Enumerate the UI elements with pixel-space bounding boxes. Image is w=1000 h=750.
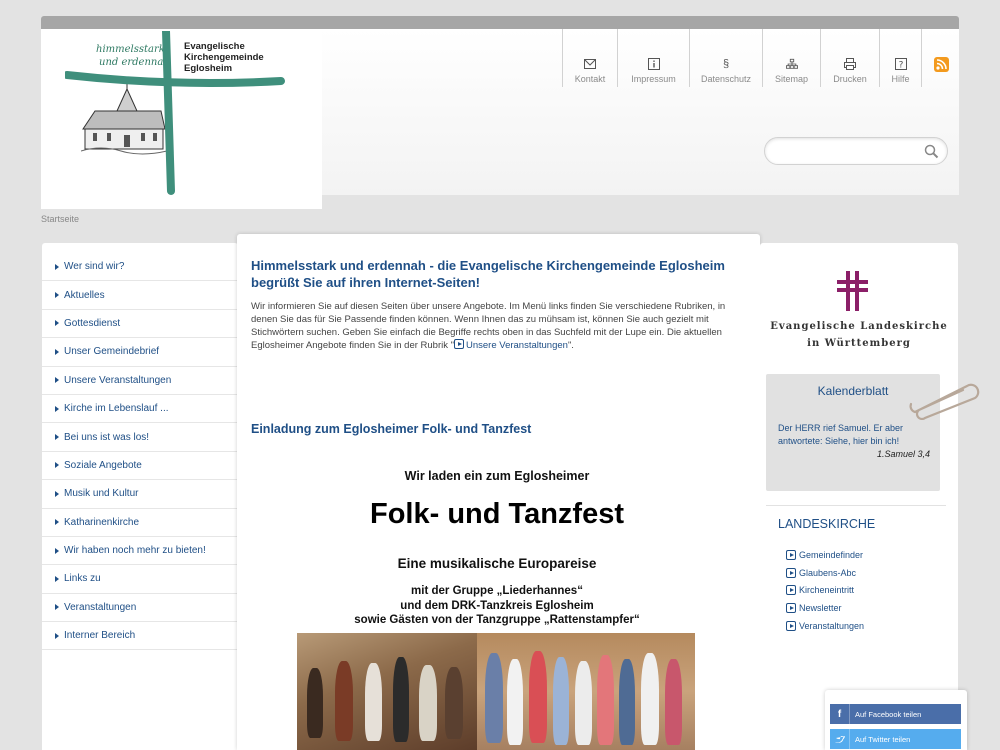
link-newsletter[interactable]: Newsletter bbox=[786, 599, 864, 617]
poster-title: Folk- und Tanzfest bbox=[369, 498, 624, 530]
nav-item-bei-uns-ist-was-los[interactable]: Bei uns ist was los! bbox=[42, 423, 238, 452]
top-bar bbox=[41, 16, 959, 29]
nav-item-wer-sind-wir[interactable]: Wer sind wir? bbox=[42, 253, 238, 282]
arrow-right-icon bbox=[55, 462, 59, 469]
poster-line-invitation: Wir laden ein zum Eglosheimer bbox=[404, 469, 590, 483]
arrow-right-icon bbox=[55, 632, 59, 639]
play-link-icon bbox=[786, 549, 796, 560]
landeskirche-heading: LANDESKIRCHE bbox=[778, 517, 876, 531]
intro-paragraph: Wir informieren Sie auf diesen Seiten üb… bbox=[251, 301, 726, 351]
rss-icon[interactable] bbox=[934, 57, 949, 72]
nav-item-musik-und-kultur[interactable]: Musik und Kultur bbox=[42, 480, 238, 509]
hilfe-link[interactable]: ? Hilfe bbox=[879, 29, 922, 87]
link-kircheneintritt[interactable]: Kircheneintritt bbox=[786, 581, 864, 599]
nav-item-interner-bereich[interactable]: Interner Bereich bbox=[42, 622, 238, 651]
logo[interactable]: himmelsstark und erdennah Evangelische K… bbox=[41, 29, 322, 209]
main-navigation: Wer sind wir? Aktuelles Gottesdienst Uns… bbox=[42, 243, 238, 750]
veranstaltungen-link[interactable]: Unsere Veranstaltungen bbox=[454, 339, 568, 351]
arrow-right-icon bbox=[55, 405, 59, 412]
logo-title: Evangelische Kirchengemeinde Eglosheim bbox=[184, 41, 264, 74]
impressum-link[interactable]: Impressum bbox=[617, 29, 689, 87]
link-gemeindefinder[interactable]: Gemeindefinder bbox=[786, 546, 864, 564]
search-box bbox=[764, 137, 948, 165]
main-content: Himmelsstark und erdennah - die Evangeli… bbox=[237, 234, 760, 750]
article-heading: Einladung zum Eglosheimer Folk- und Tanz… bbox=[251, 422, 532, 436]
nav-item-aktuelles[interactable]: Aktuelles bbox=[42, 281, 238, 310]
landeskirche-cross bbox=[837, 271, 868, 311]
play-link-icon bbox=[454, 339, 464, 349]
printer-icon bbox=[844, 58, 856, 70]
arrow-right-icon bbox=[55, 434, 59, 441]
arrow-right-icon bbox=[55, 575, 59, 582]
paperclip-icon bbox=[909, 383, 980, 420]
page-heading: Himmelsstark und erdennah - die Evangeli… bbox=[251, 258, 725, 290]
share-widget: f Auf Facebook teilen Auf Twitter teilen bbox=[825, 690, 967, 750]
play-link-icon bbox=[786, 567, 796, 578]
envelope-icon bbox=[584, 58, 596, 70]
landeskirche-links: Gemeindefinder Glaubens-Abc Kircheneintr… bbox=[786, 546, 864, 634]
svg-text:?: ? bbox=[898, 61, 903, 71]
arrow-right-icon bbox=[55, 377, 59, 384]
search-input[interactable] bbox=[777, 138, 927, 164]
play-link-icon bbox=[786, 620, 796, 631]
dancers-photo bbox=[477, 633, 695, 750]
kontakt-link[interactable]: Kontakt bbox=[562, 29, 617, 87]
twitter-icon bbox=[830, 729, 850, 749]
paragraph-icon: § bbox=[722, 58, 730, 70]
divider bbox=[766, 505, 946, 506]
landeskirche-name-line1: Evangelische Landeskirche bbox=[770, 321, 948, 332]
link-glaubens-abc[interactable]: Glaubens-Abc bbox=[786, 564, 864, 582]
nav-item-veranstaltungen-unsere[interactable]: Unsere Veranstaltungen bbox=[42, 367, 238, 395]
arrow-right-icon bbox=[55, 263, 59, 270]
facebook-icon: f bbox=[830, 704, 850, 724]
arrow-right-icon bbox=[55, 604, 59, 611]
info-icon bbox=[647, 58, 660, 70]
facebook-share-button[interactable]: f Auf Facebook teilen bbox=[830, 704, 961, 724]
arrow-right-icon bbox=[55, 348, 59, 355]
play-link-icon bbox=[786, 602, 796, 613]
drucken-link[interactable]: Drucken bbox=[820, 29, 879, 87]
arrow-right-icon bbox=[55, 292, 59, 299]
search-icon[interactable] bbox=[924, 144, 939, 164]
poster-subtitle: Eine musikalische Europareise bbox=[397, 556, 597, 571]
nav-item-links-zu[interactable]: Links zu bbox=[42, 565, 238, 594]
breadcrumb[interactable]: Startseite bbox=[41, 214, 79, 224]
band-photo bbox=[297, 633, 477, 750]
nav-item-veranstaltungen[interactable]: Veranstaltungen bbox=[42, 594, 238, 623]
twitter-share-button[interactable]: Auf Twitter teilen bbox=[830, 729, 961, 749]
help-icon: ? bbox=[894, 58, 907, 71]
sitemap-link[interactable]: Sitemap bbox=[762, 29, 820, 87]
link-veranstaltungen[interactable]: Veranstaltungen bbox=[786, 617, 864, 635]
nav-item-soziale-angebote[interactable]: Soziale Angebote bbox=[42, 452, 238, 481]
right-sidebar: Evangelische Landeskirche in Württemberg… bbox=[760, 243, 958, 750]
play-link-icon bbox=[786, 585, 796, 596]
kalenderblatt-verse: Der HERR rief Samuel. Er aber antwortete… bbox=[778, 423, 904, 446]
service-toolbar: Kontakt Impressum § Datenschutz Sitemap … bbox=[562, 29, 922, 87]
nav-item-gottesdienst[interactable]: Gottesdienst bbox=[42, 310, 238, 339]
sitemap-icon bbox=[785, 58, 798, 70]
arrow-right-icon bbox=[55, 519, 59, 526]
landeskirche-name-line2: in Württemberg bbox=[807, 338, 911, 349]
arrow-right-icon bbox=[55, 490, 59, 497]
nav-item-mehr-zu-bieten[interactable]: Wir haben noch mehr zu bieten! bbox=[42, 537, 238, 566]
poster-performers: mit der Gruppe „Liederhannes“ und dem DR… bbox=[354, 585, 640, 626]
kalenderblatt-reference: 1.Samuel 3,4 bbox=[876, 449, 930, 459]
nav-item-kirche-im-lebenslauf[interactable]: Kirche im Lebenslauf ... bbox=[42, 395, 238, 424]
datenschutz-link[interactable]: § Datenschutz bbox=[689, 29, 762, 87]
arrow-right-icon bbox=[55, 547, 59, 554]
nav-item-gemeindebrief[interactable]: Unser Gemeindebrief bbox=[42, 338, 238, 367]
arrow-right-icon bbox=[55, 320, 59, 327]
nav-item-katharinenkirche[interactable]: Katharinenkirche bbox=[42, 509, 238, 537]
